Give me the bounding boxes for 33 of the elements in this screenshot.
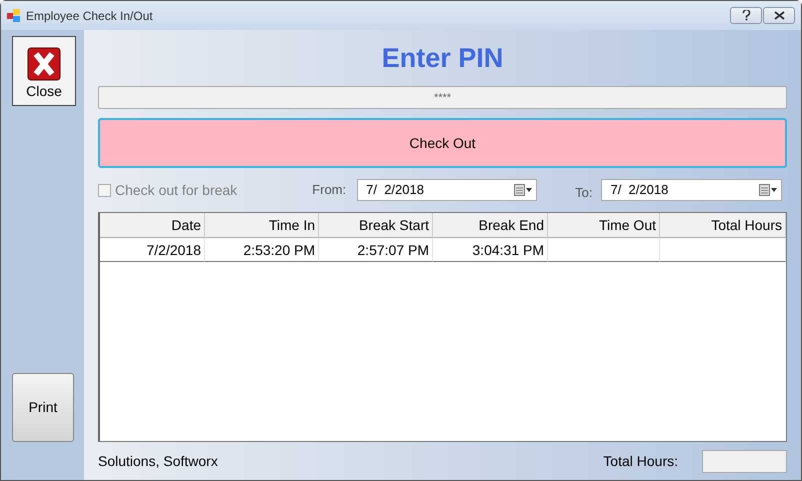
heading: Enter PIN xyxy=(380,42,504,75)
close-button[interactable] xyxy=(763,7,795,24)
date-value: 7/ 2/2018 xyxy=(366,181,425,200)
calendar-dropdown-icon xyxy=(514,184,532,196)
close-icon xyxy=(774,11,784,20)
calendar-dropdown-icon xyxy=(759,184,778,196)
total-hours-label: Total Hours: xyxy=(603,452,678,470)
column-header[interactable]: Date xyxy=(100,213,205,238)
date-value: 7/ 2/2018 xyxy=(610,181,670,200)
close-icon xyxy=(27,47,61,81)
app-icon xyxy=(7,9,21,22)
help-icon xyxy=(742,10,750,21)
check-out-button[interactable]: Check Out xyxy=(98,118,787,168)
column-header[interactable]: Time In xyxy=(205,213,319,238)
table-cell: 3:04:31 PM xyxy=(433,238,548,262)
to-date-picker[interactable]: 7/ 2/2018 xyxy=(601,179,782,201)
table-cell: 7/2/2018 xyxy=(100,238,205,262)
checkbox-label: Check out for break xyxy=(115,180,238,200)
column-header[interactable]: Break End xyxy=(433,213,548,238)
print-button[interactable]: Print xyxy=(12,373,74,442)
table-cell: 2:53:20 PM xyxy=(205,238,319,262)
window-title: Employee Check In/Out xyxy=(26,8,154,24)
column-header[interactable]: Break Start xyxy=(319,213,433,238)
pin-field[interactable]: **** xyxy=(98,86,787,109)
column-header[interactable]: Total Hours xyxy=(660,213,786,238)
user-name: Solutions, Softworx xyxy=(98,452,218,470)
column-header[interactable]: Time Out xyxy=(548,213,660,238)
help-button[interactable] xyxy=(730,7,762,24)
from-label: From: xyxy=(312,181,346,200)
to-label: To: xyxy=(575,184,592,202)
table-cell: 2:57:07 PM xyxy=(319,238,433,262)
from-date-picker[interactable]: 7/ 2/2018 xyxy=(357,179,538,201)
close-button[interactable]: Close xyxy=(12,36,76,106)
